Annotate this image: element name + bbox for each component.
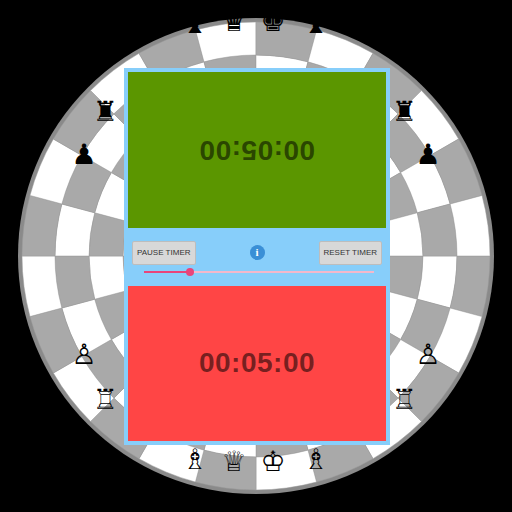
control-strip: PAUSE TIMER i RESET TIMER [128,230,386,284]
chess-piece[interactable]: ♜ [391,98,416,126]
chess-piece[interactable]: ♖ [391,386,416,414]
reset-timer-button[interactable]: RESET TIMER [319,241,383,265]
player-timer[interactable]: 00:05:00 [128,286,386,442]
clock-panel: 00:05:00 PAUSE TIMER i RESET TIMER 00:05:00 [124,68,390,445]
chess-piece[interactable]: ♙ [71,341,96,369]
slider-thumb[interactable] [186,268,194,276]
player-timer[interactable]: 00:05:00 [128,72,386,228]
chess-piece[interactable]: ♝ [303,10,328,38]
chess-piece[interactable]: ♟ [415,141,440,169]
chess-piece[interactable]: ♗ [303,446,328,474]
slider-fill [144,271,190,273]
time-slider[interactable] [144,271,374,273]
timer-time: 00:05:00 [199,342,315,384]
button-row: PAUSE TIMER i RESET TIMER [132,241,382,265]
timer-time: 00:05:00 [199,129,315,171]
chess-piece[interactable]: ♝ [182,10,207,38]
chess-piece[interactable]: ♕ [221,448,246,476]
chess-piece[interactable]: ♚ [260,8,285,36]
pause-timer-button[interactable]: PAUSE TIMER [132,241,196,265]
chess-piece[interactable]: ♜ [92,98,117,126]
chess-piece[interactable]: ♛ [221,8,246,36]
info-icon[interactable]: i [250,245,265,260]
chess-piece[interactable]: ♟ [71,141,96,169]
chess-piece[interactable]: ♗ [182,446,207,474]
chess-piece[interactable]: ♙ [415,341,440,369]
chess-piece[interactable]: ♔ [260,448,285,476]
chess-piece[interactable]: ♖ [92,386,117,414]
chess-clock-screen: ♝ ♛ ♚ ♝ ♜ ♟ ♜ ♟ ♙ ♖ ♙ ♖ ♗ ♕ ♔ ♗ 00:05:00 PAUSE TIMER i RES… [0,0,512,512]
